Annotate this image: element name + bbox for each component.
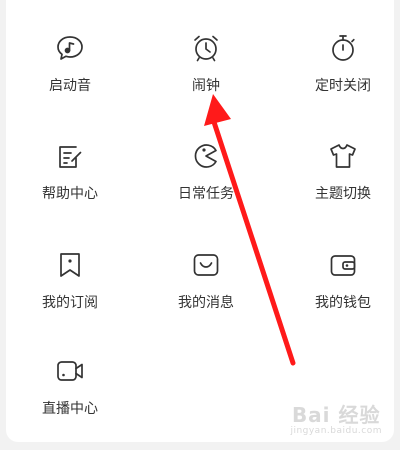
alarm-clock-icon [191,33,221,63]
pacman-icon [191,141,221,171]
video-camera-icon [55,356,85,386]
menu-item-label: 闹钟 [192,78,220,94]
message-icon [191,250,221,280]
menu-item-startup-sound[interactable]: 启动音 [10,33,130,113]
bookmark-icon [55,250,85,280]
menu-item-theme-switch[interactable]: 主题切换 [283,141,400,221]
edit-note-icon [55,141,85,171]
music-note-bubble-icon [55,33,85,63]
menu-item-daily-tasks[interactable]: 日常任务 [146,141,266,221]
menu-item-label: 日常任务 [178,186,234,202]
menu-item-timer-off[interactable]: 定时关闭 [283,33,400,113]
menu-item-live-center[interactable]: 直播中心 [10,356,130,436]
menu-item-my-messages[interactable]: 我的消息 [146,250,266,330]
tshirt-icon [328,141,358,171]
stopwatch-icon [328,33,358,63]
wallet-icon [328,250,358,280]
menu-item-help-center[interactable]: 帮助中心 [10,141,130,221]
menu-item-label: 启动音 [49,78,91,94]
menu-item-label: 主题切换 [315,186,371,202]
menu-item-label: 我的消息 [178,295,234,311]
menu-item-my-subscriptions[interactable]: 我的订阅 [10,250,130,330]
menu-item-label: 我的钱包 [315,295,371,311]
feature-grid: 启动音 闹钟 定时关闭 帮助中心 日常任务 主题切换 我的订阅 我的消息 我的钱… [0,0,400,450]
menu-item-alarm[interactable]: 闹钟 [146,33,266,113]
menu-item-label: 我的订阅 [42,295,98,311]
menu-item-label: 定时关闭 [315,78,371,94]
menu-item-my-wallet[interactable]: 我的钱包 [283,250,400,330]
menu-item-label: 直播中心 [42,401,98,417]
menu-item-label: 帮助中心 [42,186,98,202]
